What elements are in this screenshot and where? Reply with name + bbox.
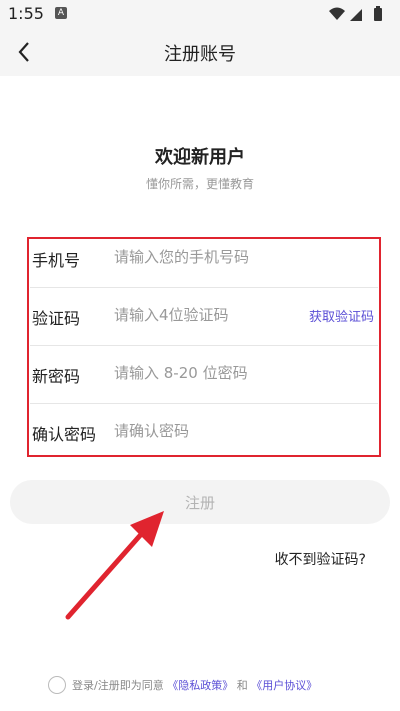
status-bar: 1:55 A (0, 0, 400, 28)
annotation-arrow-icon (65, 511, 164, 620)
agree-checkbox[interactable] (48, 676, 66, 694)
privacy-policy-link[interactable]: 《隐私政策》 (167, 679, 233, 692)
battery-icon (374, 6, 382, 21)
agreement-and: 和 (236, 679, 248, 692)
status-icons (328, 6, 390, 26)
code-label: 验证码 (32, 309, 81, 328)
password-input[interactable] (114, 361, 304, 385)
signal-icon (350, 9, 362, 21)
agreement: 登录/注册即为同意 《隐私政策》 和 《用户协议》 (48, 676, 317, 694)
page-title: 注册账号 (164, 44, 236, 65)
nav-bar: 注册账号 (0, 28, 400, 76)
no-code-link[interactable]: 收不到验证码? (275, 549, 366, 569)
welcome-subtitle: 懂你所需，更懂教育 (145, 177, 254, 191)
code-input[interactable] (114, 303, 304, 327)
user-agreement-link[interactable]: 《用户协议》 (251, 679, 317, 692)
get-code-button[interactable]: 获取验证码 (309, 306, 374, 325)
confirm-row: 确认密码 (30, 403, 378, 461)
notification-icon: A (55, 7, 67, 19)
phone-row: 手机号 (30, 229, 378, 288)
agreement-text: 登录/注册即为同意 (72, 679, 164, 692)
confirm-label: 确认密码 (32, 425, 97, 444)
phone-input[interactable] (114, 245, 304, 269)
status-time: 1:55 (8, 4, 44, 23)
confirm-input[interactable] (114, 419, 304, 443)
phone-label: 手机号 (32, 251, 81, 270)
wifi-icon (329, 7, 345, 20)
password-row: 新密码 (30, 345, 378, 404)
welcome-title: 欢迎新用户 (155, 147, 245, 168)
code-row: 验证码 获取验证码 (30, 287, 378, 346)
password-label: 新密码 (32, 367, 81, 386)
